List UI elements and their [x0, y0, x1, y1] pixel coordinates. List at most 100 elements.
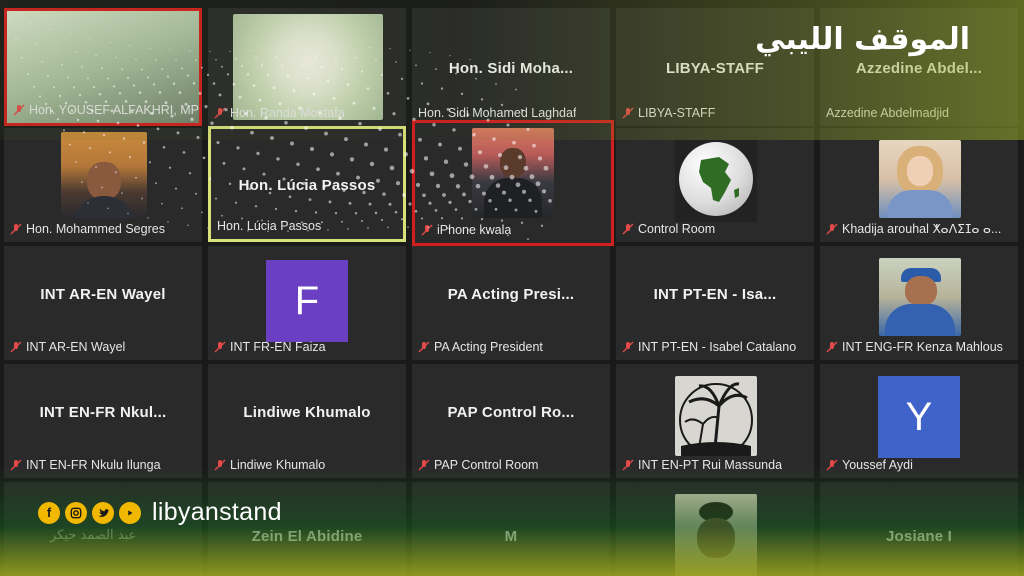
participant-tile[interactable]: Josiane I [820, 482, 1018, 576]
mic-muted-icon [622, 341, 634, 353]
participant-name-label: Youssef Aydi [826, 458, 913, 472]
participant-tile[interactable] [616, 482, 814, 576]
participant-name: Hon. Sidi Mohamed Laghdaf [418, 106, 577, 120]
participant-tile[interactable]: INT EN-PT Rui Massunda [616, 364, 814, 478]
person-body [484, 178, 542, 218]
participant-tile[interactable]: INT EN-FR Nkul... INT EN-FR Nkulu Ilunga [4, 364, 202, 478]
instagram-icon[interactable] [65, 501, 87, 524]
participant-title: Hon. Sidi Moha... [448, 60, 574, 77]
participant-video [675, 140, 757, 222]
participant-name-label: INT ENG-FR Kenza Mahlous [826, 340, 1003, 354]
mic-muted-icon [214, 107, 226, 119]
participant-tile[interactable]: INT AR-EN Wayel INT AR-EN Wayel [4, 246, 202, 360]
participant-video [472, 128, 554, 218]
participant-name-label: Hon. Mohammed Segres [10, 222, 165, 236]
participant-name-label: INT EN-PT Rui Massunda [622, 458, 782, 472]
person-face [500, 148, 526, 178]
participant-name: Control Room [638, 222, 716, 236]
participant-name-label: Hon. YOUSEF ALFAKHRI, MP [13, 103, 199, 117]
participant-title: Azzedine Abdel... [855, 60, 983, 77]
participant-tile[interactable]: iPhone kwala [412, 120, 614, 246]
participant-name-label: Hon. Sidi Mohamed Laghdaf [418, 106, 576, 120]
participant-name: iPhone kwala [437, 223, 512, 237]
participant-name-label: Khadija arouhal ⵅⴰⴷⵉⵊⴰ ⴰ... [826, 221, 1001, 236]
participant-tile[interactable]: Control Room [616, 128, 814, 242]
participant-tile[interactable]: PA Acting Presi... PA Acting President [412, 246, 610, 360]
mic-muted-icon [214, 459, 226, 471]
palm-tree-logo-icon [675, 376, 757, 456]
mic-muted-icon [13, 104, 25, 116]
participant-tile[interactable]: Lindiwe Khumalo Lindiwe Khumalo [208, 364, 406, 478]
person-body [887, 190, 953, 218]
participant-title: Zein El Abidine [251, 528, 363, 545]
mic-muted-icon [622, 459, 634, 471]
participant-tile[interactable]: INT ENG-FR Kenza Mahlous [820, 246, 1018, 360]
avatar: Y [878, 376, 960, 458]
participant-tile[interactable]: Hon. Randa Mostafa [208, 8, 406, 126]
participant-tile[interactable]: M [412, 482, 610, 576]
youtube-icon[interactable] [119, 501, 141, 524]
participant-name: INT EN-FR Nkulu Ilunga [26, 458, 161, 472]
participant-video [675, 494, 757, 576]
participant-tile[interactable]: Zein El Abidine [208, 482, 406, 576]
participant-tile[interactable]: Hon. Lúcia Passos Hon. Lúcia Passos [208, 126, 406, 242]
participant-name: PAP Control Room [434, 458, 539, 472]
mic-muted-icon [826, 341, 838, 353]
mic-muted-icon [826, 223, 838, 235]
mic-muted-icon [421, 224, 433, 236]
participant-title: عبد الصمد حيكر [50, 528, 137, 543]
person-body [73, 196, 135, 218]
participant-name: INT EN-PT Rui Massunda [638, 458, 783, 472]
participant-name: PA Acting President [434, 340, 543, 354]
participant-name-label: LIBYA-STAFF [622, 106, 715, 120]
participant-tile[interactable]: PAP Control Ro... PAP Control Room [412, 364, 610, 478]
participant-name: Hon. Randa Mostafa [230, 106, 345, 120]
mic-muted-icon [418, 459, 430, 471]
participant-name: INT ENG-FR Kenza Mahlous [842, 340, 1003, 354]
participant-name: Youssef Aydi [842, 458, 913, 472]
participant-tile[interactable]: Khadija arouhal ⵅⴰⴷⵉⵊⴰ ⴰ... [820, 128, 1018, 242]
channel-logo-arabic: الموقف الليبي [755, 22, 970, 57]
participant-title: INT PT-EN - Isa... [653, 286, 777, 303]
participant-name: INT PT-EN - Isabel Catalano [638, 340, 797, 354]
brand-handle: libyanstand [152, 498, 282, 526]
participant-tile[interactable]: Hon. Mohammed Segres [4, 128, 202, 242]
person-face [907, 156, 933, 186]
participant-name-label: PAP Control Room [418, 458, 538, 472]
twitter-icon[interactable] [92, 501, 114, 524]
participant-tile[interactable]: عبد الصمد حيكر [4, 482, 202, 576]
mic-muted-icon [10, 223, 22, 235]
participant-name: Lindiwe Khumalo [230, 458, 326, 472]
mic-muted-icon [10, 459, 22, 471]
participant-name-label: Hon. Randa Mostafa [214, 106, 345, 120]
participant-name-label: Control Room [622, 222, 715, 236]
avatar: F [266, 260, 348, 342]
participant-title: M [504, 528, 518, 545]
participant-name-label: PA Acting President [418, 340, 543, 354]
participant-tile[interactable]: Y Youssef Aydi [820, 364, 1018, 478]
participant-name-label: Lindiwe Khumalo [214, 458, 325, 472]
social-brand-bar: f libyanstand [38, 498, 282, 527]
facebook-icon[interactable]: f [38, 501, 60, 524]
mic-muted-icon [10, 341, 22, 353]
participant-tile[interactable]: INT PT-EN - Isa... INT PT-EN - Isabel Ca… [616, 246, 814, 360]
mic-muted-icon [622, 107, 634, 119]
mic-muted-icon [622, 223, 634, 235]
participant-title: Josiane I [886, 528, 952, 545]
video-grid: Hon. YOUSEF ALFAKHRI, MP Hon. Randa Most… [0, 0, 1024, 576]
participant-tile[interactable]: Hon. YOUSEF ALFAKHRI, MP [4, 8, 202, 126]
participant-video [233, 14, 383, 120]
participant-video [879, 258, 961, 336]
person-face [697, 518, 735, 558]
person-face [87, 162, 121, 200]
participant-tile[interactable]: F INT FR-EN Faiza [208, 246, 406, 360]
participant-title: PA Acting Presi... [447, 286, 575, 303]
participant-title: INT EN-FR Nkul... [39, 404, 167, 421]
participant-name: Hon. Mohammed Segres [26, 222, 165, 236]
participant-name-label: INT EN-FR Nkulu Ilunga [10, 458, 161, 472]
participant-title: LIBYA-STAFF [665, 60, 765, 77]
participant-video [61, 132, 147, 218]
participant-name: Hon. YOUSEF ALFAKHRI, MP [29, 103, 199, 117]
participant-tile[interactable]: Hon. Sidi Moha... Hon. Sidi Mohamed Lagh… [412, 8, 610, 126]
participant-name-label: INT FR-EN Faiza [214, 340, 326, 354]
